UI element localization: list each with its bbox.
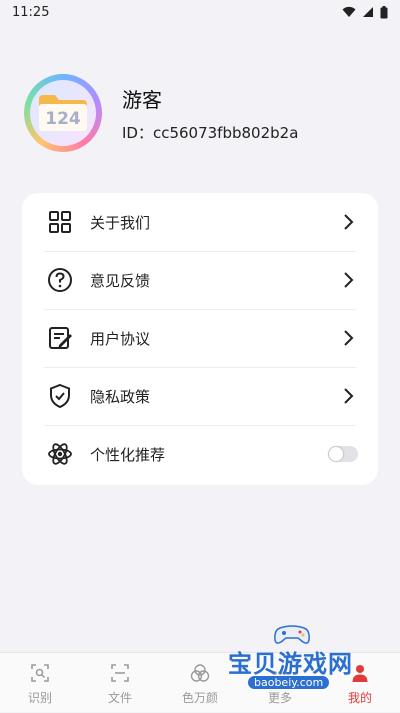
- tab-identify[interactable]: 识别: [0, 653, 80, 713]
- profile-header: 124 游客 ID：cc56073fbb802b2a: [24, 74, 384, 154]
- color-circles-icon: [190, 664, 210, 682]
- wifi-icon: [342, 6, 356, 17]
- chevron-right-icon: [344, 272, 354, 288]
- avatar[interactable]: 124: [24, 74, 102, 152]
- scan-icon: [31, 664, 49, 682]
- folder-logo-icon: 124: [39, 95, 87, 131]
- menu-label-feedback: 意见反馈: [90, 271, 151, 290]
- chevron-right-icon: [344, 214, 354, 230]
- status-bar: 11:25: [0, 0, 400, 24]
- status-icons: [342, 5, 388, 19]
- tab-files[interactable]: 文件: [80, 653, 160, 713]
- toggle-knob: [329, 447, 343, 461]
- watermark-url: baobeiy.com: [248, 676, 330, 689]
- tab-label-files: 文件: [107, 691, 132, 705]
- menu-item-feedback[interactable]: 意见反馈: [22, 251, 378, 309]
- question-icon: [48, 268, 72, 292]
- menu-label-user-agreement: 用户协议: [90, 329, 151, 348]
- atom-icon: [48, 443, 72, 465]
- user-id: ID：cc56073fbb802b2a: [122, 124, 299, 142]
- menu-item-about-us[interactable]: 关于我们: [22, 193, 378, 251]
- shield-check-icon: [50, 383, 70, 409]
- avatar-inner: 124: [30, 80, 96, 146]
- chevron-right-icon: [344, 330, 354, 346]
- nickname: 游客: [122, 88, 162, 112]
- menu-label-privacy-policy: 隐私政策: [90, 387, 151, 406]
- menu-item-privacy-policy[interactable]: 隐私政策: [22, 367, 378, 425]
- gamepad-icon: [274, 625, 310, 644]
- watermark-overlay: 宝贝游戏网 baobeiy.com: [228, 624, 376, 708]
- watermark-text: 宝贝游戏网: [228, 650, 353, 678]
- personalized-recommendation-toggle[interactable]: [328, 446, 358, 462]
- grid-icon: [49, 211, 71, 233]
- menu-item-personalized-recommendation: 个性化推荐: [22, 425, 378, 483]
- menu-label-personalized-recommendation: 个性化推荐: [90, 445, 166, 464]
- status-time: 11:25: [12, 4, 50, 20]
- tab-label-identify: 识别: [27, 691, 52, 705]
- file-frame-icon: [111, 664, 129, 682]
- menu-item-user-agreement[interactable]: 用户协议: [22, 309, 378, 367]
- chevron-right-icon: [344, 388, 354, 404]
- menu-label-about-us: 关于我们: [90, 213, 151, 232]
- signal-icon: [363, 7, 373, 17]
- avatar-label: 124: [45, 109, 81, 129]
- settings-menu-card: 关于我们 意见反馈 用户协议 隐私政策 个性化推荐: [22, 193, 378, 485]
- battery-icon: [380, 5, 388, 18]
- document-edit-icon: [49, 327, 72, 349]
